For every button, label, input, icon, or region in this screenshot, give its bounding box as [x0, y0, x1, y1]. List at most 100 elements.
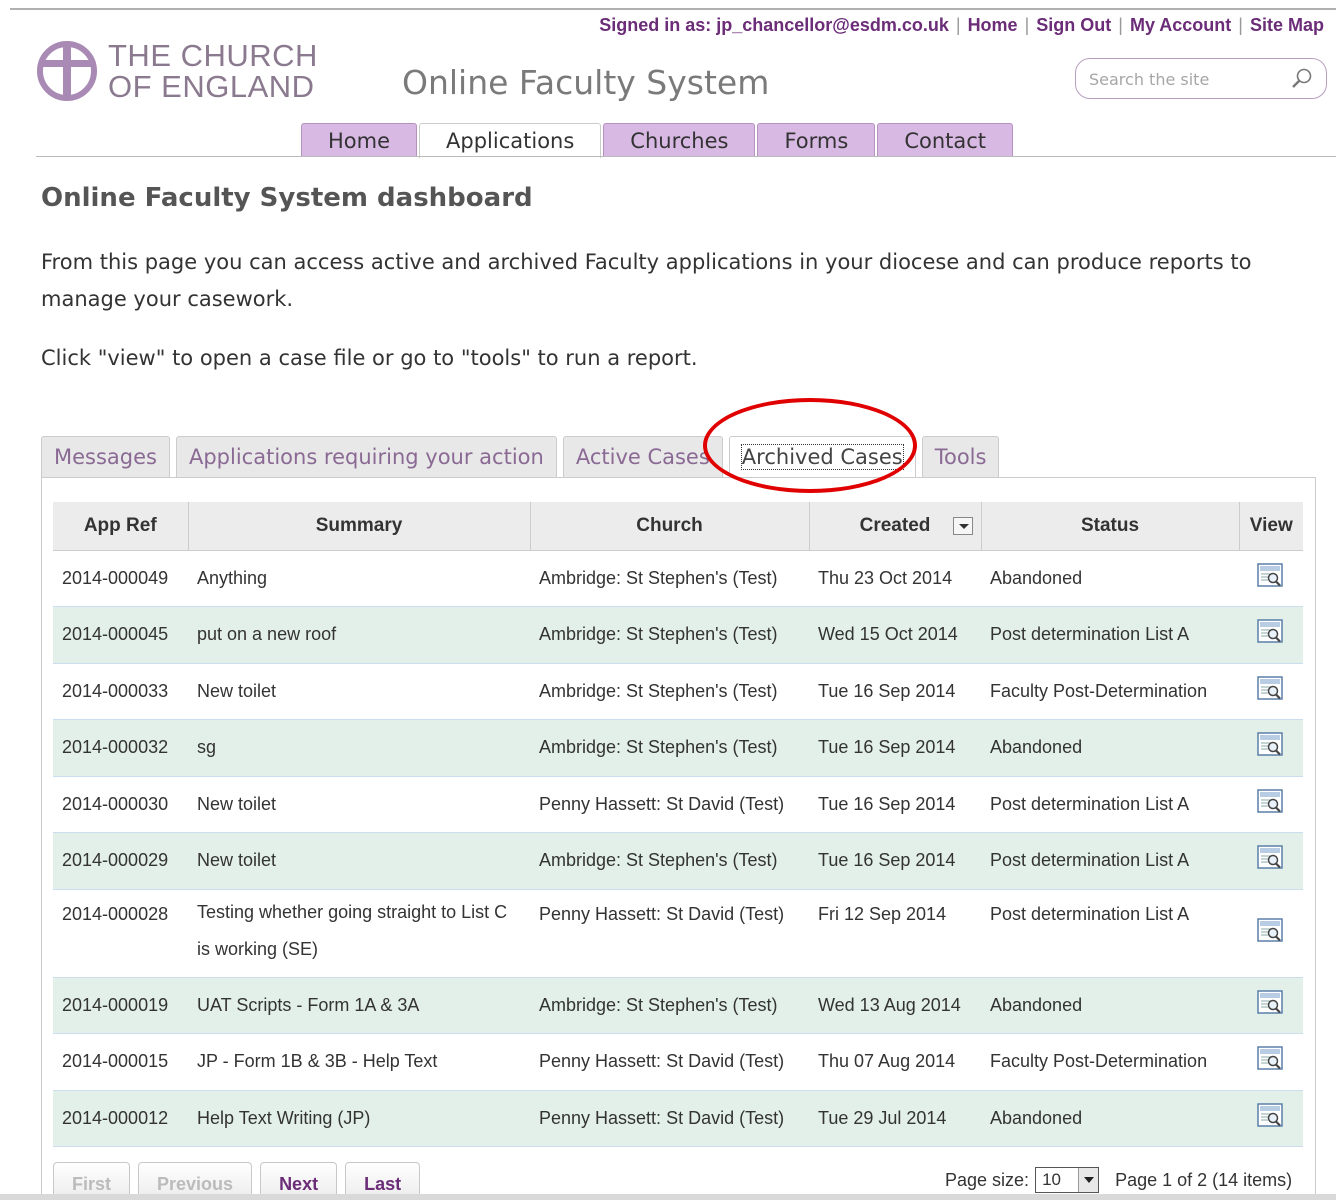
nav-tab-contact[interactable]: Contact: [877, 123, 1014, 157]
cell-app-ref: 2014-000019: [53, 977, 188, 1034]
cell-created: Tue 29 Jul 2014: [809, 1090, 981, 1147]
cell-status: Abandoned: [981, 719, 1239, 777]
view-case-icon[interactable]: [1256, 990, 1286, 1021]
view-case-icon[interactable]: [1256, 917, 1286, 949]
table-row: 2014-000015 JP - Form 1B & 3B - Help Text…: [53, 1033, 1303, 1091]
intro-text: From this page you can access active and…: [41, 250, 1252, 311]
page-size-control: Page size: 10 Page 1 of 2 (14 items): [945, 1167, 1292, 1193]
cell-created: Thu 07 Aug 2014: [809, 1033, 981, 1091]
cell-view: [1239, 606, 1303, 664]
table-row: 2014-000029 New toilet Ambridge: St Stephe…: [53, 832, 1303, 890]
cell-summary: New toilet: [188, 663, 530, 720]
cell-app-ref: 2014-000030: [53, 776, 188, 833]
cell-summary: put on a new roof: [188, 606, 530, 664]
cell-view: [1239, 977, 1303, 1034]
cell-created: Fri 12 Sep 2014: [809, 889, 981, 978]
cell-summary: Anything: [188, 550, 530, 607]
view-case-icon[interactable]: [1256, 619, 1286, 650]
column-header-status[interactable]: Status: [981, 502, 1240, 551]
dashboard-tabs: Messages Applications requiring your act…: [41, 436, 1005, 479]
cell-status: Post determination List A: [981, 889, 1239, 978]
cell-summary: Testing whether going straight to List C…: [188, 889, 530, 978]
tab-applications-requiring-action[interactable]: Applications requiring your action: [175, 436, 557, 478]
cell-summary: sg: [188, 719, 530, 777]
nav-tab-applications[interactable]: Applications: [419, 123, 602, 158]
cell-status: Abandoned: [981, 550, 1239, 607]
cell-created: Wed 15 Oct 2014: [809, 606, 981, 664]
table-row: 2014-000033 New toilet Ambridge: St Stephe…: [53, 663, 1303, 720]
bottom-scrollbar[interactable]: [0, 1194, 1336, 1200]
church-of-england-logo[interactable]: THE CHURCH OF ENGLAND: [36, 40, 336, 104]
sign-out-link[interactable]: Sign Out: [1036, 15, 1111, 35]
table-row: 2014-000019 UAT Scripts - Form 1A & 3A Amb…: [53, 977, 1303, 1034]
cell-created: Tue 16 Sep 2014: [809, 776, 981, 833]
cell-view: [1239, 550, 1303, 607]
view-case-icon[interactable]: [1256, 676, 1286, 707]
page-size-value: 10: [1042, 1170, 1061, 1189]
tab-archived-cases[interactable]: Archived Cases: [728, 436, 916, 479]
top-rule: [10, 8, 1336, 10]
column-header-created[interactable]: Created: [809, 502, 982, 551]
cell-created: Tue 16 Sep 2014: [809, 719, 981, 777]
cell-created: Thu 23 Oct 2014: [809, 550, 981, 607]
cell-church: Ambridge: St Stephen's (Test): [530, 832, 809, 890]
cell-church: Penny Hassett: St David (Test): [530, 1090, 809, 1147]
cell-view: [1239, 1090, 1303, 1147]
cell-church: Penny Hassett: St David (Test): [530, 776, 809, 833]
column-header-app-ref[interactable]: App Ref: [53, 502, 189, 551]
site-map-link[interactable]: Site Map: [1250, 15, 1324, 35]
cell-app-ref: 2014-000045: [53, 606, 188, 664]
view-case-icon[interactable]: [1256, 563, 1286, 594]
cell-view: [1239, 832, 1303, 890]
sort-dropdown-icon[interactable]: [952, 517, 973, 535]
page-size-label: Page size:: [945, 1169, 1030, 1190]
nav-tab-forms[interactable]: Forms: [757, 123, 876, 157]
cell-status: Faculty Post-Determination: [981, 663, 1239, 720]
cell-view: [1239, 1033, 1303, 1091]
cell-church: Ambridge: St Stephen's (Test): [530, 977, 809, 1034]
view-case-icon[interactable]: [1256, 732, 1286, 763]
cell-created: Tue 16 Sep 2014: [809, 663, 981, 720]
my-account-link[interactable]: My Account: [1130, 15, 1231, 35]
cell-summary: Help Text Writing (JP): [188, 1090, 530, 1147]
cell-view: [1239, 889, 1303, 978]
search-input[interactable]: [1089, 67, 1289, 91]
tab-archived-cases-label: Archived Cases: [740, 444, 904, 470]
cell-view: [1239, 719, 1303, 777]
view-case-icon[interactable]: [1256, 1046, 1286, 1077]
search-icon[interactable]: [1290, 66, 1314, 90]
view-case-icon[interactable]: [1256, 789, 1286, 820]
column-header-summary[interactable]: Summary: [188, 502, 531, 551]
tab-active-cases[interactable]: Active Cases: [562, 436, 723, 478]
cell-status: Abandoned: [981, 977, 1239, 1034]
cell-church: Penny Hassett: St David (Test): [530, 889, 809, 978]
tab-tools[interactable]: Tools: [921, 436, 1000, 478]
cell-summary: New toilet: [188, 776, 530, 833]
cell-app-ref: 2014-000049: [53, 550, 188, 607]
nav-tab-home[interactable]: Home: [301, 123, 418, 157]
cell-status: Post determination List A: [981, 832, 1239, 890]
chevron-down-icon[interactable]: [1078, 1168, 1099, 1192]
site-search: [1075, 58, 1327, 99]
tab-messages[interactable]: Messages: [41, 436, 170, 478]
instructions-text: Click "view" to open a case file or go t…: [41, 346, 698, 370]
cell-app-ref: 2014-000015: [53, 1033, 188, 1091]
cell-created: Tue 16 Sep 2014: [809, 832, 981, 890]
column-header-church[interactable]: Church: [530, 502, 810, 551]
signed-in-label: Signed in as: jp_chancellor@esdm.co.uk: [599, 15, 949, 35]
cell-summary: JP - Form 1B & 3B - Help Text: [188, 1033, 530, 1091]
nav-tab-churches[interactable]: Churches: [603, 123, 756, 157]
view-case-icon[interactable]: [1256, 1103, 1286, 1134]
cell-status: Faculty Post-Determination: [981, 1033, 1239, 1091]
table-row: 2014-000012 Help Text Writing (JP) Penny H…: [53, 1090, 1303, 1147]
main-nav: Home Applications Churches Forms Contact: [301, 123, 1015, 158]
view-case-icon[interactable]: [1256, 845, 1286, 876]
cell-app-ref: 2014-000029: [53, 832, 188, 890]
table-row: 2014-000030 New toilet Penny Hassett: St D…: [53, 776, 1303, 833]
cell-view: [1239, 663, 1303, 720]
table-row: 2014-000028 Testing whether going straigh…: [53, 889, 1303, 978]
home-link[interactable]: Home: [968, 15, 1018, 35]
table-row: 2014-000032 sg Ambridge: St Stephen's (Tes…: [53, 719, 1303, 777]
cell-status: Post determination List A: [981, 776, 1239, 833]
page-size-select[interactable]: 10: [1035, 1167, 1100, 1193]
